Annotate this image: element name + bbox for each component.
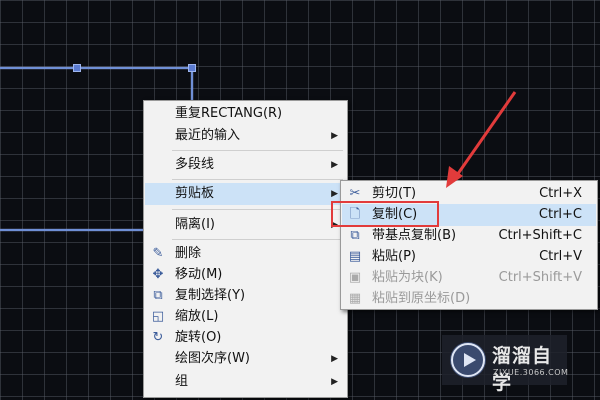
watermark-url: ZIXUE.3066.COM [493, 368, 569, 377]
watermark: 溜溜自学 ZIXUE.3066.COM [442, 335, 569, 394]
play-logo-icon [450, 342, 486, 378]
